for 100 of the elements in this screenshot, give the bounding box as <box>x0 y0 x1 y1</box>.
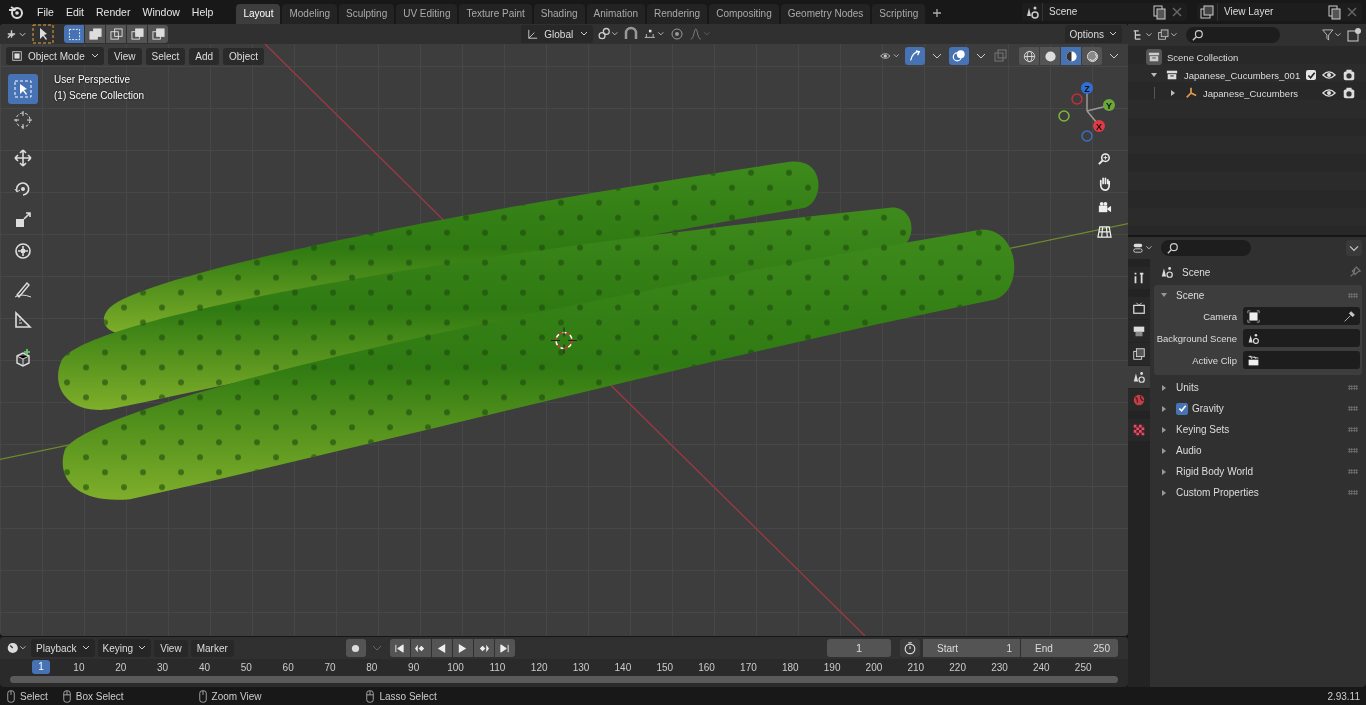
header-menu[interactable]: Object <box>223 47 264 65</box>
disclosure-triangle-icon[interactable] <box>1160 404 1168 413</box>
drag-handle-icon[interactable] <box>1348 469 1358 474</box>
header-menu[interactable]: Select <box>145 47 186 65</box>
3d-cursor-icon[interactable] <box>550 327 578 354</box>
shading-mode-button[interactable] <box>1040 47 1060 65</box>
display-mode-icon[interactable] <box>1157 27 1179 43</box>
disclosure-triangle-icon[interactable] <box>1160 383 1168 392</box>
disclosure-triangle-icon[interactable] <box>1160 291 1168 299</box>
menu-item[interactable]: Render <box>91 6 136 18</box>
menu-item[interactable]: Edit <box>60 6 89 18</box>
layers-icon[interactable] <box>1199 4 1215 20</box>
workspace-tab[interactable]: Shading <box>533 4 585 24</box>
disclosure-triangle-icon[interactable] <box>1169 89 1177 97</box>
workspace-tab[interactable]: Scripting <box>872 4 926 24</box>
magnet-icon[interactable] <box>623 26 640 42</box>
disclosure-triangle-icon[interactable] <box>1150 71 1158 79</box>
disclosure-triangle-icon[interactable] <box>1160 488 1168 497</box>
workspace-tab[interactable]: Geometry Nodes <box>780 4 871 24</box>
datablock-field[interactable] <box>1243 351 1360 369</box>
tool-button[interactable] <box>8 74 38 104</box>
eye-icon[interactable] <box>1322 68 1336 82</box>
record-button[interactable] <box>345 639 366 657</box>
render-tab[interactable] <box>1128 297 1150 319</box>
prev-keyframe-button[interactable] <box>410 639 431 657</box>
selection-mode-button[interactable] <box>106 25 126 43</box>
app-logo-icon[interactable] <box>8 4 24 20</box>
selection-mode-button[interactable] <box>148 25 168 43</box>
scene-icon[interactable] <box>1024 4 1040 20</box>
selection-mode-button[interactable] <box>127 25 147 43</box>
header-menu[interactable]: Add <box>189 47 220 65</box>
duplicate-icon[interactable] <box>1151 4 1167 20</box>
workspace-tab[interactable]: Animation <box>586 4 645 24</box>
start-frame-field[interactable]: Start 1 <box>923 639 1020 657</box>
add-workspace-icon[interactable] <box>932 8 943 18</box>
workspace-tab[interactable]: UV Editing <box>396 4 458 24</box>
filter-icon[interactable] <box>1321 27 1343 43</box>
workspace-tab[interactable]: Compositing <box>709 4 779 24</box>
menu-item[interactable]: Help <box>186 6 219 18</box>
drag-handle-icon[interactable] <box>1348 448 1358 453</box>
jump-start-button[interactable] <box>389 639 410 657</box>
jump-end-button[interactable] <box>494 639 515 657</box>
hand-icon[interactable] <box>1097 176 1112 191</box>
panel-title[interactable]: Custom Properties <box>1176 487 1259 498</box>
chevron-down-icon[interactable] <box>1346 240 1362 256</box>
workspace-tab[interactable]: Rendering <box>647 4 708 24</box>
output-tab[interactable] <box>1128 320 1150 342</box>
workspace-tab[interactable]: Sculpting <box>339 4 395 24</box>
current-frame-field[interactable]: 1 <box>827 639 891 657</box>
search-field[interactable] <box>1161 240 1251 256</box>
panel-title[interactable]: Rigid Body World <box>1176 466 1254 477</box>
search-field[interactable] <box>1186 27 1280 43</box>
panel-title[interactable]: Gravity <box>1192 403 1224 414</box>
timeline-dropdown[interactable]: Keying <box>97 639 152 657</box>
select-tool-icon[interactable] <box>32 24 54 44</box>
overlay-toggle[interactable] <box>949 47 969 65</box>
shading-mode-button[interactable] <box>1061 47 1081 65</box>
timeline-dropdown[interactable]: Playback <box>31 639 95 657</box>
view-layer-tab[interactable] <box>1128 343 1150 365</box>
header-menu[interactable]: Marker <box>190 639 234 657</box>
camera-icon[interactable] <box>1097 200 1112 215</box>
new-collection-icon[interactable] <box>1346 27 1362 43</box>
header-menu[interactable]: View <box>154 639 188 657</box>
menu-item[interactable]: Window <box>137 6 185 18</box>
link-icon[interactable] <box>597 26 620 42</box>
play-button[interactable] <box>452 639 473 657</box>
camera-render-icon[interactable] <box>1342 68 1356 82</box>
panel-title[interactable]: Scene <box>1176 289 1205 301</box>
drag-handle-icon[interactable] <box>1348 406 1358 411</box>
mode-dropdown[interactable]: Object Mode <box>6 47 104 65</box>
proportional-edit-icon[interactable] <box>669 26 686 42</box>
3d-viewport[interactable]: Global Options Object Mode View Select Add Object User Perspective (1) Scene Collection X Y Z <box>0 24 1128 636</box>
view-layer-selector[interactable]: View Layer <box>1197 3 1362 21</box>
navigation-gizmo-drawing[interactable] <box>1058 82 1115 142</box>
disclosure-triangle-icon[interactable] <box>1160 467 1168 476</box>
checkbox[interactable] <box>1176 402 1188 415</box>
panel-title[interactable]: Audio <box>1176 445 1202 456</box>
scene-tab[interactable] <box>1128 366 1150 388</box>
stopwatch-button[interactable] <box>900 639 920 657</box>
panel-title[interactable]: Units <box>1176 382 1199 393</box>
scene-selector[interactable]: Scene <box>1022 3 1187 21</box>
disclosure-triangle-icon[interactable] <box>1160 446 1168 455</box>
drag-handle-icon[interactable] <box>1348 292 1358 298</box>
menu-item[interactable]: File <box>32 6 59 18</box>
end-frame-field[interactable]: End 250 <box>1021 639 1118 657</box>
timeline-scrollbar[interactable] <box>10 676 1118 683</box>
workspace-tab[interactable]: Modeling <box>282 4 338 24</box>
gizmo-toggle[interactable] <box>905 47 925 65</box>
options-dropdown[interactable]: Options <box>1064 25 1122 43</box>
workspace-tab[interactable]: Layout <box>236 4 281 24</box>
datablock-field[interactable] <box>1243 329 1360 347</box>
shading-mode-button[interactable] <box>1082 47 1102 65</box>
panel-title[interactable]: Keying Sets <box>1176 424 1230 435</box>
clock-editor-icon[interactable] <box>6 640 28 656</box>
datablock-field[interactable] <box>1243 307 1360 325</box>
play-reverse-button[interactable] <box>431 639 452 657</box>
selection-mode-button[interactable] <box>85 25 105 43</box>
outliner-item[interactable]: Japanese_Cucumbers <box>1203 87 1299 99</box>
outliner-item[interactable]: Japanese_Cucumbers_001 <box>1184 69 1301 81</box>
drag-handle-icon[interactable] <box>1348 427 1358 432</box>
